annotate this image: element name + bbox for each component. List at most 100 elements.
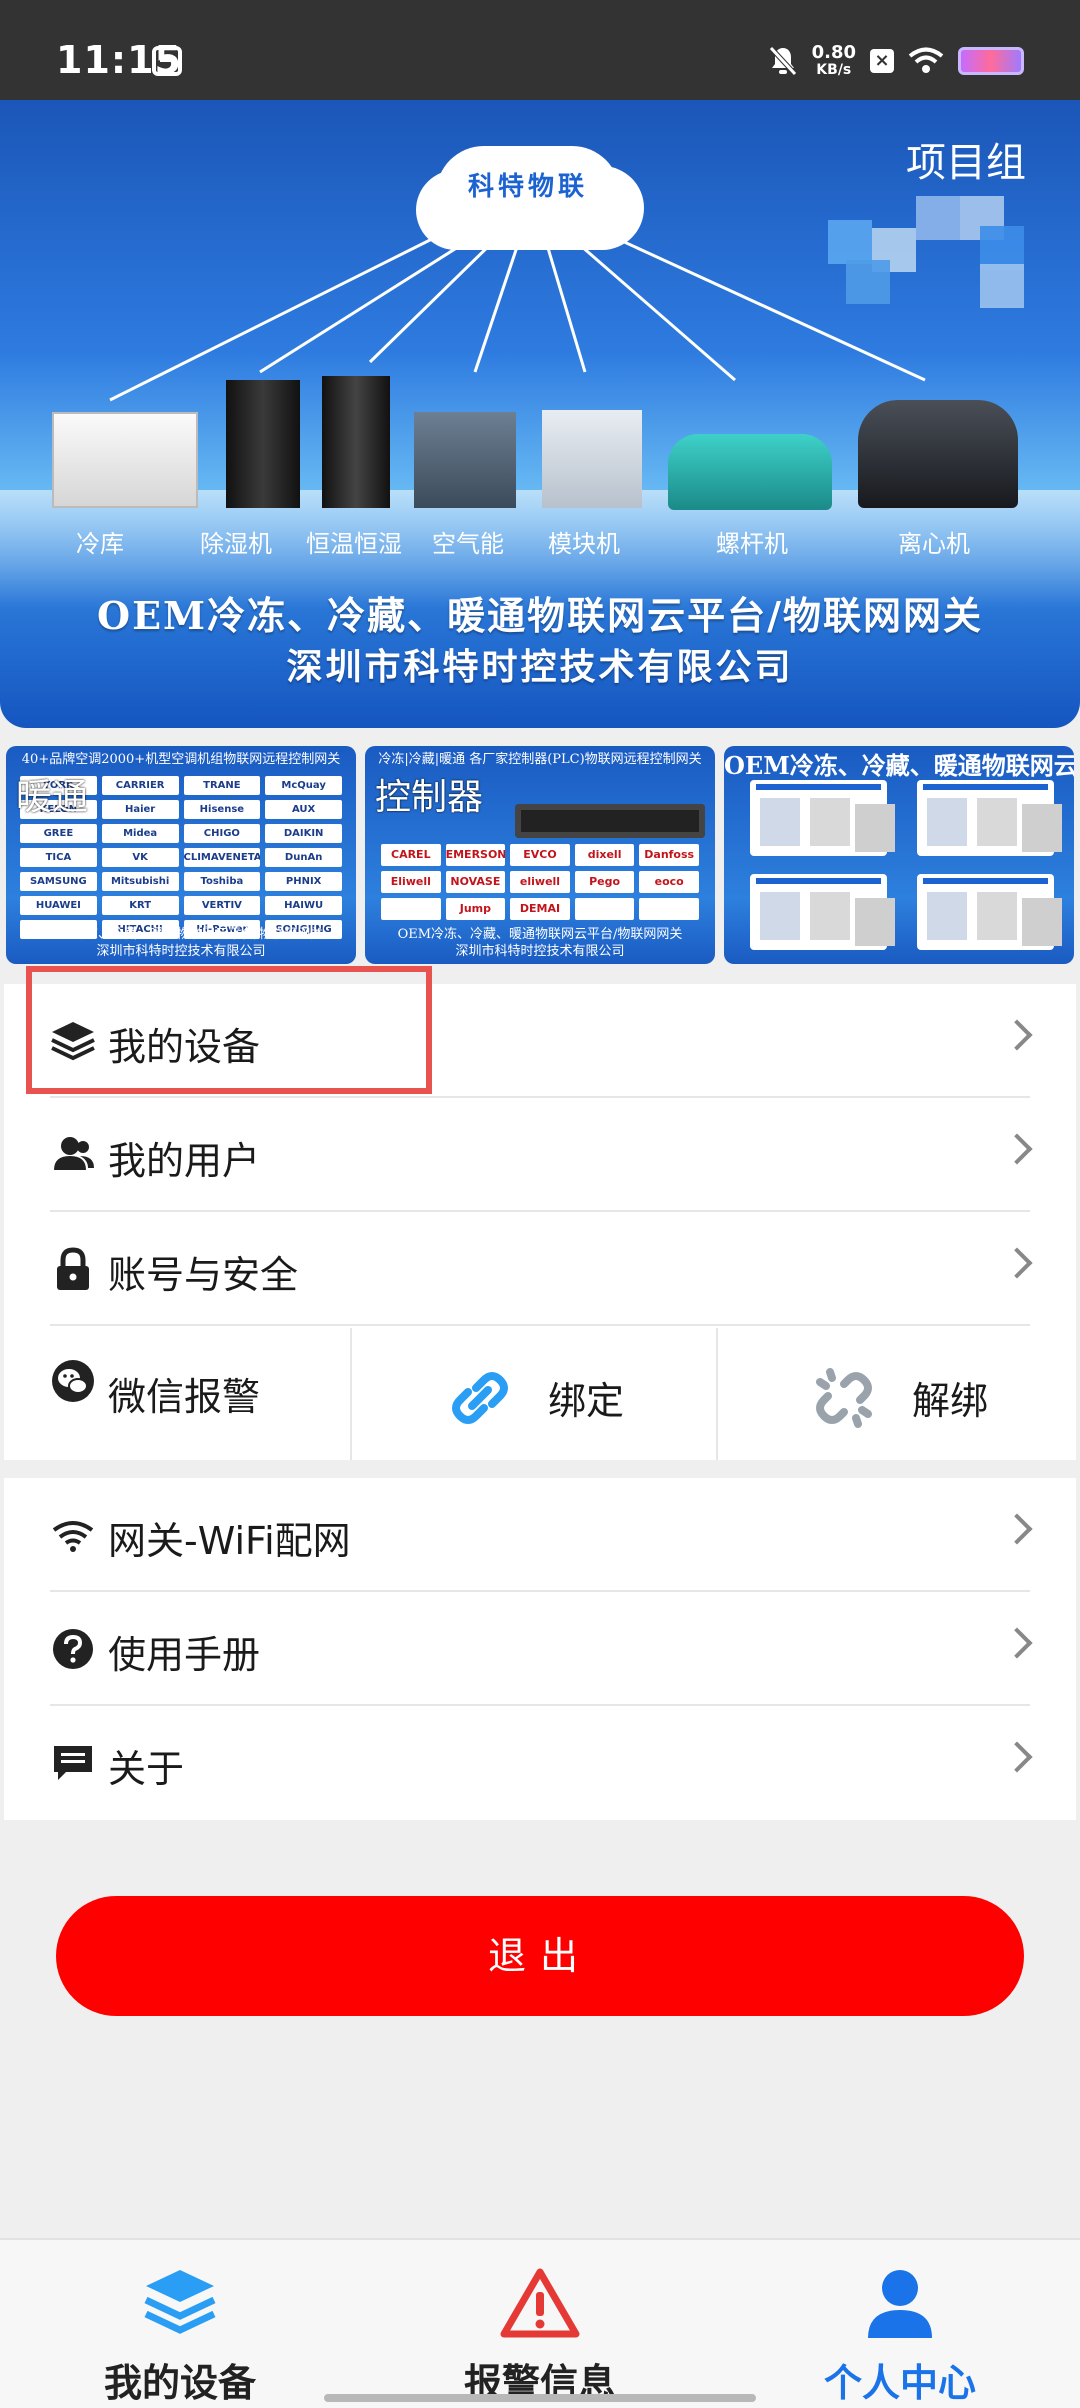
brand-logo: Hisense [183,800,261,819]
brand-logo: CLIMAVENETA [183,848,261,867]
brand-logo: Danfoss [639,844,699,866]
x-app-icon: × [870,49,894,73]
brand-logo: KRT [101,896,179,915]
thumbnail-footer-line: OEM冷冻、冷藏、暖通物联网云平台/物联网网关 [397,927,683,942]
brand-logo [639,898,699,920]
brand-logo: Jump [445,898,506,920]
equipment-label: 恒温恒湿 [306,530,402,558]
wifi-signal-icon [908,47,944,73]
controller-brand-grid: CAREL EMERSON EVCO dixell Danfoss Eliwel… [381,844,699,920]
brand-logo: HUAWEI [20,896,97,915]
constant-temp-unit-illustration [322,376,390,508]
hvac-thumbnail[interactable]: 40+品牌空调2000+机型空调机组物联网远程控制网关 YORK CARRIER… [6,746,356,964]
unlink-icon [816,1368,872,1428]
promo-thumbnails: 40+品牌空调2000+机型空调机组物联网远程控制网关 YORK CARRIER… [6,746,1074,964]
chevron-right-icon [1001,1513,1033,1545]
platform-thumbnail[interactable]: OEM冷冻、冷藏、暖通物联网云平台 [724,746,1074,964]
chevron-right-icon [1001,1133,1033,1165]
brand-logo: SAMSUNG [20,872,97,891]
menu-item-account-security[interactable]: 账号与安全 [4,1212,1076,1326]
message-icon [54,1746,92,1780]
banner-slogan: OEM冷冻、冷藏、暖通物联网云平台/物联网网关 [96,593,983,638]
brand-logo: CAREL [381,844,441,866]
wifi-icon [52,1521,94,1552]
tab-label: 我的设备 [103,2361,256,2405]
brand-logo: EMERSON [445,844,506,866]
menu-item-label: 使用手册 [108,1633,261,1677]
brand-logo: NOVASE [445,871,506,893]
equipment-label: 除湿机 [200,530,272,558]
mute-bell-icon [768,46,797,76]
brand-logo: eoco [639,871,699,893]
chevron-right-icon [1001,1741,1033,1773]
chevron-right-icon [1001,1247,1033,1279]
equipment-label: 螺杆机 [716,530,788,558]
unbind-label: 解绑 [912,1379,989,1423]
equipment-label: 冷库 [76,530,124,558]
tab-profile[interactable]: 个人中心 [720,2240,1080,2408]
brand-logo: Pego [574,871,635,893]
brand-logo: HAIWU [265,896,342,915]
menu-item-label: 账号与安全 [108,1253,299,1297]
menu-item-user-manual[interactable]: 使用手册 [4,1592,1076,1706]
promo-banner[interactable]: 项目组 科特物联 冷库 除湿机 恒温恒湿 空气能 模块机 螺杆机 离心机 OEM… [0,100,1080,728]
wechat-alarm-label: 微信报警 [108,1375,261,1419]
banner-company-name: 深圳市科特时控技术有限公司 [286,646,794,688]
brand-logo: McQuay [265,776,342,795]
menu-item-about[interactable]: 关于 [4,1706,1076,1820]
menu-item-label: 我的用户 [108,1139,261,1183]
menu-item-label: 网关-WiFi配网 [108,1519,351,1563]
menu-item-my-users[interactable]: 我的用户 [4,1098,1076,1212]
controller-thumbnail[interactable]: 冷冻|冷藏|暖通 各厂家控制器(PLC)物联网远程控制网关 控制器 CAREL … [365,746,715,964]
thumbnail-caption: OEM冷冻、冷藏、暖通物联网云平台 [724,751,1074,780]
brand-logo: EVCO [510,844,570,866]
equipment-label: 空气能 [432,530,504,558]
brand-logo [381,898,441,920]
status-bar: 11:15 0.80 KB/s × [0,0,1080,100]
brand-logo [574,898,635,920]
thumbnail-footer-line: OEM冷冻、冷藏、暖通物联网云平台/物联网网关 [38,927,324,942]
lock-icon [57,1247,89,1290]
brand-logo: dixell [574,844,635,866]
brand-logo: DEMAI [510,898,570,920]
brand-logo: AUX [265,800,342,819]
tab-alarm-info[interactable]: 报警信息 [360,2240,720,2408]
brand-logo: DAIKIN [265,824,342,843]
cold-room-illustration [52,412,198,508]
brand-logo: VERTIV [183,896,261,915]
link-icon [452,1372,508,1424]
modular-unit-illustration [542,410,642,508]
logout-button[interactable]: 退出 [56,1896,1024,2016]
thumbnail-title: 控制器 [375,777,484,818]
equipment-label: 离心机 [898,530,970,558]
tab-my-devices[interactable]: 我的设备 [0,2240,360,2408]
brand-logo: eliwell [510,871,570,893]
thumbnail-footer: OEM冷冻、冷藏、暖通物联网云平台/物联网网关 深圳市科特时控技术有限公司 [365,926,715,960]
bind-label: 绑定 [548,1379,625,1423]
cloud-brand-text: 科特物联 [467,172,588,202]
centrifugal-chiller-illustration [858,400,1018,508]
bind-button[interactable]: 绑定 [350,1328,716,1460]
wechat-alarm-cell: 微信报警 [4,1328,350,1460]
notification-app-icon [152,46,182,76]
brand-logo: Toshiba [183,872,261,891]
equipment-label: 模块机 [548,530,620,558]
brand-logo: Midea [101,824,179,843]
unbind-button[interactable]: 解绑 [716,1328,1076,1460]
brand-logo: TRANE [183,776,261,795]
network-speed-value: 0.80 [811,42,856,63]
brand-logo: DunAn [265,848,342,867]
brand-logo: TICA [20,848,97,867]
thumbnail-footer: OEM冷冻、冷藏、暖通物联网云平台/物联网网关 深圳市科特时控技术有限公司 [6,926,356,960]
chevron-right-icon [1001,1627,1033,1659]
home-indicator[interactable] [324,2394,756,2402]
air-energy-illustration [414,412,516,508]
brand-logo: Eliwell [381,871,441,893]
menu-item-wifi-config[interactable]: 网关-WiFi配网 [4,1478,1076,1592]
wechat-alarm-row: 微信报警 绑定 解绑 [4,1328,1076,1460]
platform-screens [750,780,1054,950]
platform-screenshot [750,874,887,950]
brand-logo: CARRIER [101,776,179,795]
platform-screenshot [750,780,887,856]
thumbnail-caption: 冷冻|冷藏|暖通 各厂家控制器(PLC)物联网远程控制网关 [378,752,702,767]
